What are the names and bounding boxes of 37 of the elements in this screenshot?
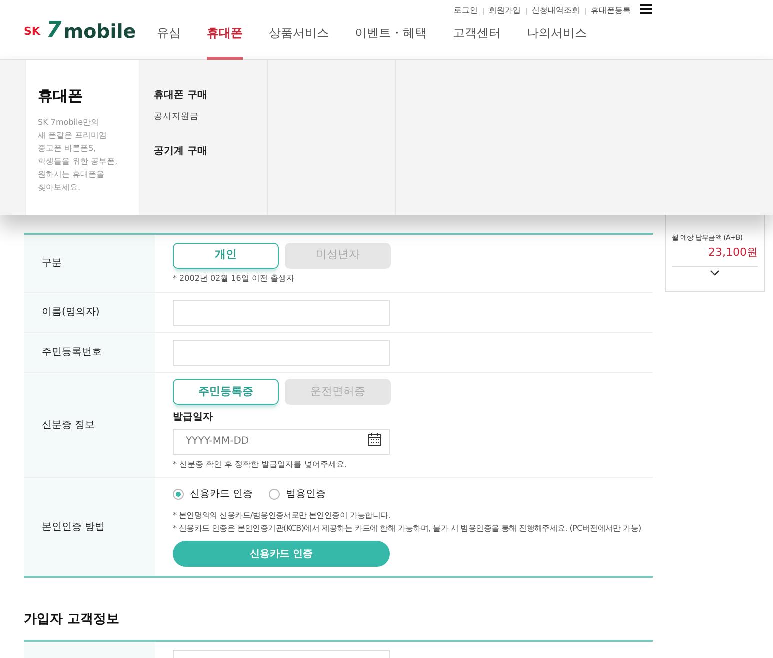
note-text: * 본인명의의 신용카드/범용인증서로만 본인인증이 가능합니다. bbox=[173, 510, 392, 522]
menu-description: SK 7mobile만의 새 폰같은 프리미엄 중고폰 바른폰S, 학생들을 위한 공부폰, 원하시는 휴대폰을 찾아보세요. bbox=[38, 116, 119, 194]
input-field[interactable] bbox=[173, 340, 390, 366]
nav-tab[interactable]: 유심 bbox=[157, 24, 181, 60]
nav-tab[interactable]: 나의서비스 bbox=[527, 24, 587, 60]
radio-label[interactable]: 범용인증 bbox=[286, 487, 326, 502]
row-label: 신분증 정보 bbox=[24, 373, 155, 477]
menu-sublink[interactable]: 공시지원금 bbox=[154, 111, 267, 124]
note-text: * 신분증 확인 후 정확한 발급일자를 넣어주세요. bbox=[173, 459, 348, 471]
nav-tab[interactable]: 상품서비스 bbox=[269, 24, 329, 60]
row-label: 주민등록번호 bbox=[24, 333, 155, 372]
summary-amount: 23,100원 bbox=[708, 245, 758, 261]
logo[interactable]: SK 7mobile bbox=[24, 20, 136, 42]
section-title: 가입자 고객정보 bbox=[24, 611, 121, 629]
util-link[interactable]: 로그인 bbox=[454, 5, 478, 17]
util-link[interactable]: 회원가입 bbox=[489, 5, 521, 17]
menu-link[interactable]: 휴대폰 구매 bbox=[154, 88, 267, 103]
nav-tab[interactable]: 고객센터 bbox=[453, 24, 501, 60]
row-label: 본인인증 방법 bbox=[24, 478, 155, 576]
field-label: 발급일자 bbox=[173, 411, 214, 425]
util-link[interactable]: 신청내역조회 bbox=[532, 5, 580, 17]
chevron-down-icon[interactable] bbox=[710, 270, 720, 276]
radio-button[interactable] bbox=[269, 489, 280, 500]
input-field[interactable] bbox=[173, 300, 390, 326]
menu-link[interactable]: 공기계 구매 bbox=[154, 144, 267, 159]
radio-button[interactable] bbox=[173, 489, 184, 500]
menu-title: 휴대폰 bbox=[38, 86, 84, 107]
nav-tab[interactable]: 이벤트・혜택 bbox=[355, 24, 427, 60]
menu-icon[interactable] bbox=[640, 3, 652, 15]
note-text: * 신용카드 인증은 본인인증기관(KCB)에서 제공하는 카드에 한해 가능하며, 불가 시 범용인증을 통해 진행해주세요. (PC버전에서만 가능) bbox=[173, 523, 642, 535]
row-label: 구분 bbox=[24, 235, 155, 292]
calendar-icon[interactable] bbox=[368, 433, 382, 447]
date-field[interactable]: YYYY-MM-DD bbox=[173, 428, 390, 454]
util-link[interactable]: 휴대폰등록 bbox=[591, 5, 631, 17]
row-label: 이름(명의자) bbox=[24, 293, 155, 332]
note-text: * 2002년 02월 16일 이전 출생자 bbox=[173, 272, 296, 284]
radio-label[interactable]: 신용카드 인증 bbox=[190, 487, 254, 502]
